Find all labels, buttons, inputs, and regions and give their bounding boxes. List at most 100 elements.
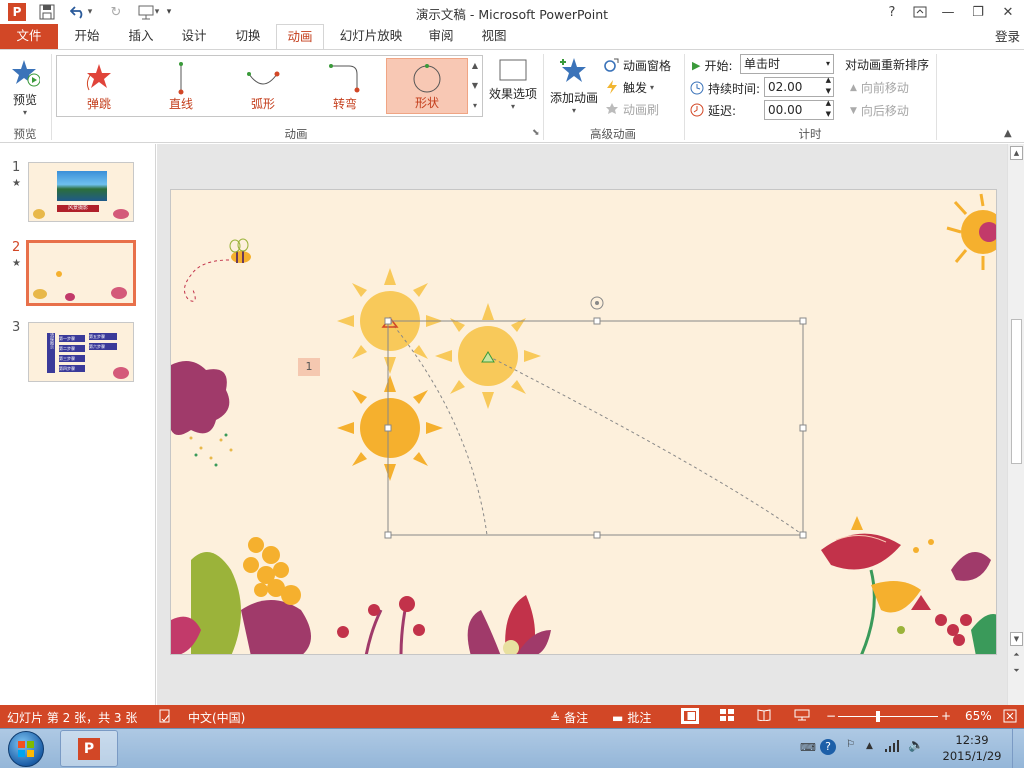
scrollbar-thumb[interactable] (1011, 319, 1022, 464)
move-earlier-button[interactable]: ▲ 向前移动 (850, 79, 909, 96)
gallery-item-turn[interactable]: 转弯 (304, 58, 386, 114)
tab-file[interactable]: 文件 (0, 24, 58, 49)
duration-input[interactable]: 02.00 ▲ ▼ (764, 75, 834, 97)
sign-in-link[interactable]: 登录 (995, 26, 1020, 45)
next-slide-icon[interactable]: ⏷ (1010, 666, 1023, 680)
selection-handles[interactable] (384, 317, 807, 539)
preview-dropdown-icon: ▾ (22, 108, 27, 117)
undo-button[interactable]: ▾ (64, 2, 98, 22)
action-center-icon[interactable]: ⚐ (846, 739, 855, 750)
gallery-item-shape[interactable]: 形状 (386, 58, 468, 114)
zoom-level[interactable]: 65% (965, 709, 992, 723)
start-select-dropdown-icon: ▾ (825, 59, 830, 68)
animation-order-tag[interactable]: 1 (298, 358, 320, 376)
effect-options-label: 效果选项 (488, 87, 537, 101)
zoom-in-button[interactable]: + (941, 709, 951, 723)
normal-view-button[interactable] (681, 708, 699, 724)
zoom-out-button[interactable]: − (826, 709, 836, 723)
animation-pane-button[interactable]: 动画窗格 (604, 56, 671, 74)
tab-animations[interactable]: 动画 (276, 24, 324, 50)
start-select[interactable]: 单击时 ▾ (740, 54, 834, 74)
customize-qat-icon[interactable]: ▾ (162, 2, 176, 22)
previous-slide-icon[interactable]: ⏶ (1010, 650, 1023, 664)
gallery-expand-icon[interactable]: ▾ (468, 96, 482, 116)
scroll-up-icon[interactable]: ▲ (1010, 146, 1023, 160)
gallery-item-arc[interactable]: 弧形 (222, 58, 304, 114)
reading-view-icon[interactable] (757, 709, 771, 724)
start-select-value: 单击时 (744, 57, 781, 71)
notes-button[interactable]: ≜ 备注 (550, 709, 588, 726)
spell-check-icon[interactable] (158, 709, 172, 726)
move-later-label: 向后移动 (860, 104, 909, 118)
collapse-ribbon-icon[interactable]: ▲ (1004, 128, 1012, 139)
add-animation-button[interactable]: 添加动画 ▾ (547, 56, 601, 118)
gallery-scroll-down-icon[interactable]: ▼ (468, 76, 482, 96)
close-button[interactable]: ✕ (994, 0, 1022, 24)
volume-icon[interactable]: 🔈 (908, 738, 924, 753)
slide-sorter-icon[interactable] (720, 709, 734, 724)
tab-home[interactable]: 开始 (64, 24, 110, 49)
save-icon[interactable] (36, 2, 58, 22)
help-button[interactable]: ? (878, 0, 906, 24)
tab-review[interactable]: 审阅 (418, 24, 464, 49)
powerpoint-taskbar-icon: P (78, 737, 100, 760)
motion-path-line[interactable] (487, 355, 804, 536)
gallery-item-line[interactable]: 直线 (140, 58, 222, 114)
ribbon-display-options-icon[interactable] (906, 0, 934, 24)
thumbnail-flower-decoration (65, 293, 75, 301)
fit-to-window-icon[interactable] (1003, 709, 1017, 726)
slide-canvas[interactable]: 1 (170, 189, 997, 655)
taskbar-powerpoint-button[interactable]: P (60, 730, 118, 767)
tab-slideshow[interactable]: 幻灯片放映 (332, 24, 410, 49)
network-icon[interactable] (884, 739, 900, 756)
slideshow-dropdown-icon: ▾ (154, 7, 160, 17)
redo-icon[interactable]: ↻ (106, 2, 126, 22)
help-tray-icon[interactable]: ? (820, 739, 836, 755)
clock-time[interactable]: 12:39 (940, 733, 1004, 747)
trigger-lightning-icon (607, 80, 617, 94)
bee-decoration (184, 238, 251, 302)
language-indicator[interactable]: 中文(中国) (188, 709, 245, 726)
slide-thumbnail-1[interactable]: 风景摄影 (28, 162, 134, 222)
zoom-slider-thumb[interactable] (876, 711, 880, 722)
move-later-button[interactable]: ▼ 向后移动 (850, 102, 909, 119)
tab-view[interactable]: 视图 (471, 24, 517, 49)
start-from-beginning-button[interactable]: ▾ (134, 2, 162, 22)
zoom-slider-track[interactable] (838, 716, 938, 717)
animation-dialog-launcher-icon[interactable]: ⬊ (532, 128, 540, 138)
restore-button[interactable]: ❐ (964, 0, 992, 24)
show-desktop-button[interactable] (1012, 729, 1024, 768)
comments-button[interactable]: ▬ 批注 (612, 709, 651, 726)
start-button[interactable] (8, 731, 44, 767)
gallery-item-bounce[interactable]: 弹跳 (58, 58, 140, 114)
tab-transitions[interactable]: 切换 (225, 24, 271, 49)
preview-star-icon (12, 60, 41, 87)
thumbnail-flower-decoration (33, 209, 45, 219)
duration-spinner-icon[interactable]: ▲ ▼ (826, 75, 831, 97)
delay-spinner-icon[interactable]: ▲ ▼ (826, 98, 831, 120)
slide-number-2: 2 (12, 240, 21, 255)
comments-icon: ▬ (612, 710, 624, 725)
slideshow-view-icon[interactable] (794, 709, 810, 724)
gallery-scroll-up-icon[interactable]: ▲ (468, 56, 482, 76)
show-hidden-icons-icon[interactable]: ▲ (866, 741, 873, 751)
animation-painter-button[interactable]: 动画刷 (604, 100, 659, 118)
effect-options-button[interactable]: 效果选项 ▾ (486, 58, 540, 118)
clock-date[interactable]: 2015/1/29 (940, 749, 1004, 763)
vertical-scrollbar[interactable]: ▲ ▼ ⏶ ⏷ (1007, 144, 1024, 705)
thumbnail-diagram-box: 第五步骤 (89, 333, 117, 340)
tab-insert[interactable]: 插入 (118, 24, 164, 49)
keyboard-icon[interactable]: ⌨ (800, 741, 816, 754)
rotate-handle-icon[interactable] (590, 296, 604, 310)
powerpoint-app-icon[interactable]: P (6, 2, 28, 22)
notes-label: 备注 (564, 711, 589, 725)
preview-button[interactable]: 预览 ▾ (8, 58, 42, 117)
trigger-button[interactable]: 触发 ▾ (604, 78, 654, 96)
powerpoint-window: P ▾ ↻ ▾ ▾ 演示文稿 - Microsoft PowerPoint ? … (0, 0, 1024, 768)
slide-thumbnail-2[interactable] (26, 240, 136, 306)
tab-design[interactable]: 设计 (171, 24, 217, 49)
scroll-down-icon[interactable]: ▼ (1010, 632, 1023, 646)
slide-thumbnail-3[interactable]: 流程图示 第一步骤 第二步骤 第三步骤 第四步骤 第五步骤 第六步骤 (28, 322, 134, 382)
delay-input[interactable]: 00.00 ▲ ▼ (764, 98, 834, 120)
minimize-button[interactable]: — (934, 0, 962, 24)
